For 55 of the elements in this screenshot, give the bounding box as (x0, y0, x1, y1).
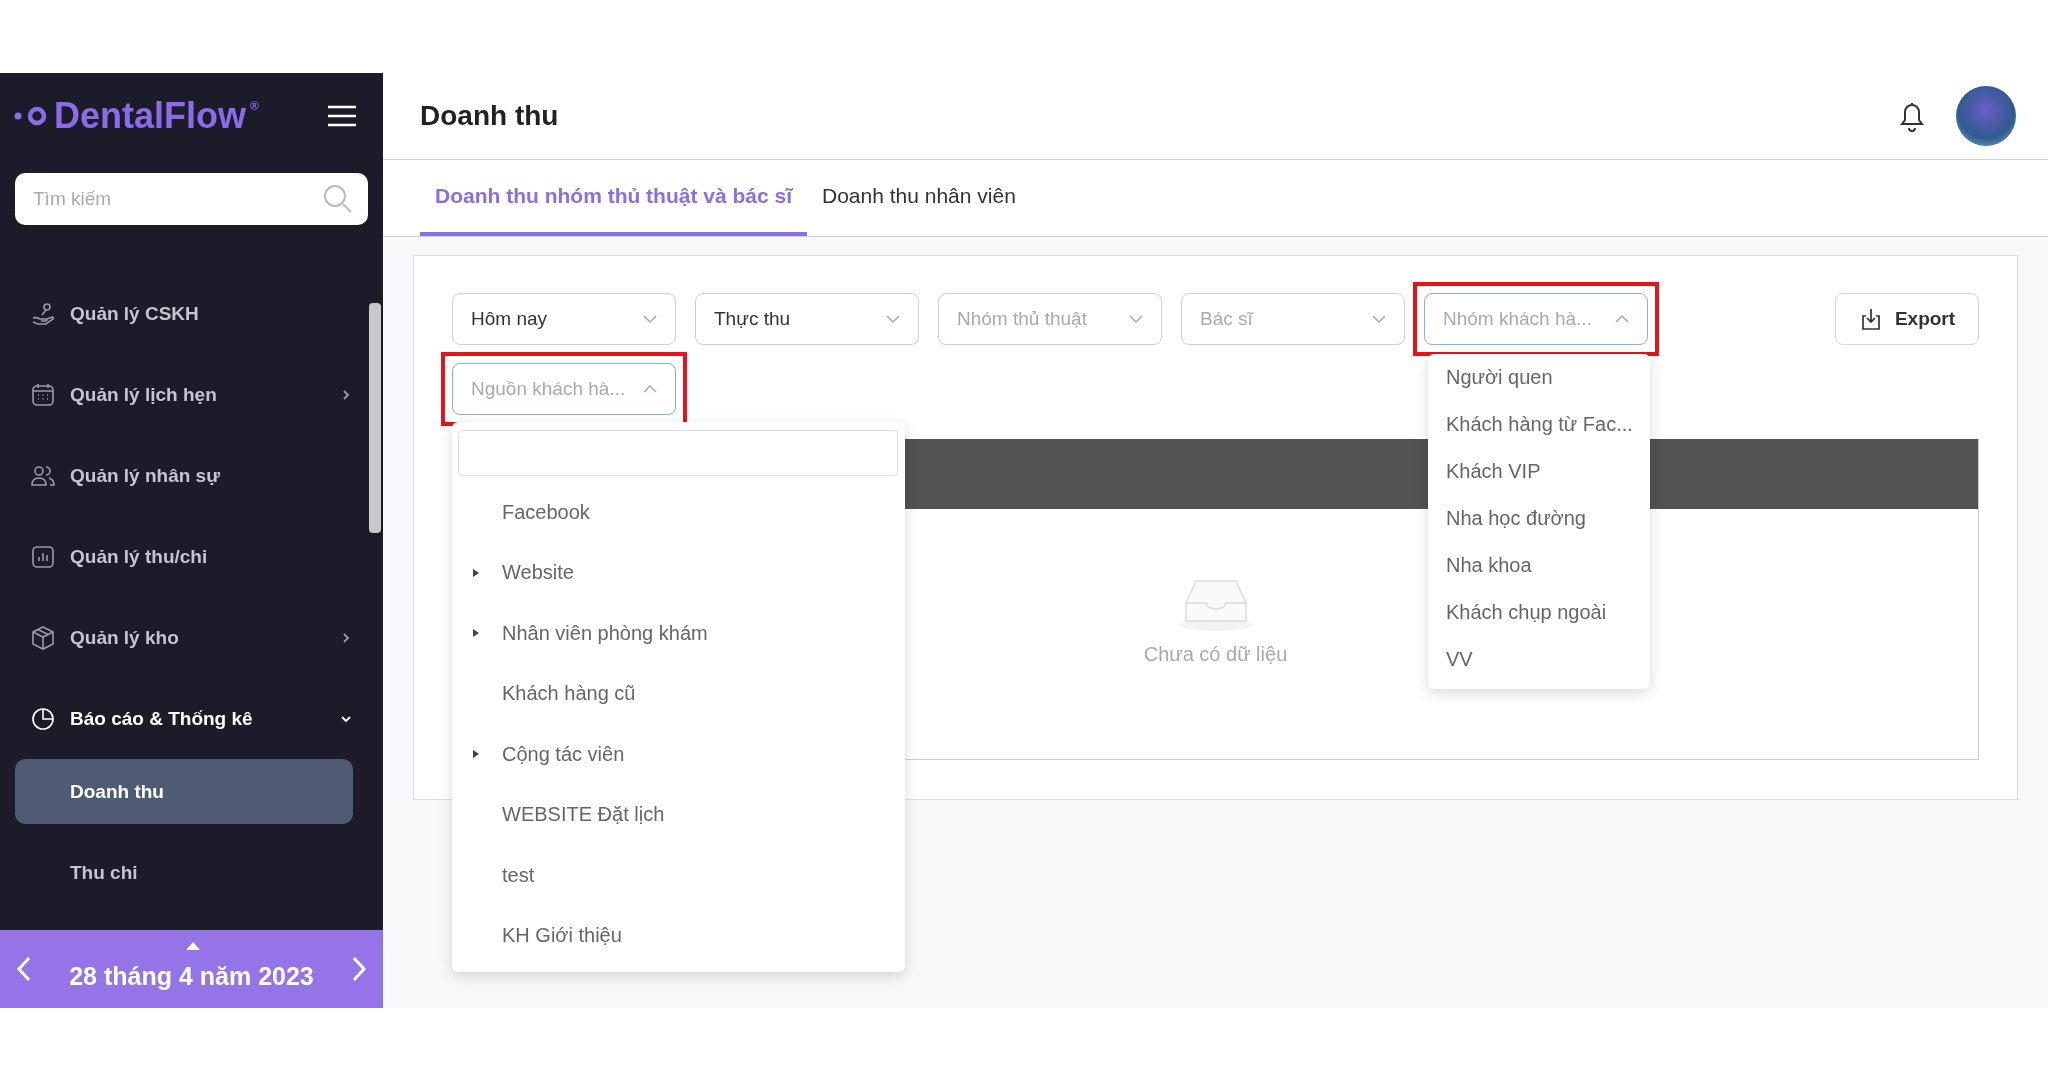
dropdown-option[interactable]: Nha học đường (1428, 495, 1650, 542)
dropdown-option[interactable]: Website (452, 542, 905, 603)
sidebar-subitem[interactable]: Doanh thu (15, 759, 353, 824)
expand-arrow-icon[interactable] (472, 567, 480, 578)
tab[interactable]: Doanh thu nhân viên (807, 160, 1031, 236)
chevron-right-icon[interactable] (351, 956, 367, 982)
chevron-icon (1615, 314, 1629, 324)
logo: DentalFlow$^{®}$ (14, 95, 259, 137)
chevron-icon (1372, 314, 1386, 324)
page-title: Doanh thu (420, 100, 560, 132)
dropdown-option[interactable]: Khách hàng từ Fac... (1428, 401, 1650, 448)
expand-arrow-icon[interactable] (472, 749, 480, 760)
dropdown-option[interactable]: Người quen (1428, 354, 1650, 401)
caret-up-icon[interactable] (186, 942, 200, 950)
export-button[interactable]: Export (1835, 293, 1979, 345)
sidebar-subitem[interactable]: Thu chi (15, 840, 353, 905)
menu-item-icon (30, 705, 56, 732)
filter-select[interactable]: Hôm nay (452, 293, 676, 345)
chevron-icon (643, 314, 657, 324)
dropdown-option[interactable]: Khách chụp ngoài (1428, 589, 1650, 636)
dropdown-option[interactable]: Khách hàng cũ (452, 663, 905, 724)
menu-icon[interactable] (326, 104, 358, 128)
date-label: 28 tháng 4 năm 2023 (69, 961, 314, 991)
dropdown-option[interactable]: Nha khoa (1428, 542, 1650, 589)
bell-icon[interactable] (1898, 100, 1926, 132)
dropdown-option[interactable]: Khách VIP (1428, 448, 1650, 495)
scrollbar[interactable] (369, 303, 381, 533)
chevron-icon (1129, 314, 1143, 324)
chevron-icon (643, 384, 657, 394)
dropdown-option[interactable]: KH Giới thiệu (452, 905, 905, 966)
menu-item-icon (30, 300, 56, 327)
avatar[interactable] (1956, 86, 2016, 146)
expand-arrow-icon[interactable] (472, 628, 480, 639)
dropdown-option[interactable]: Facebook (452, 482, 905, 543)
menu-item-icon (30, 543, 56, 570)
chevron-icon (886, 314, 900, 324)
sidebar-item[interactable]: Quản lý thu/chi (0, 516, 383, 597)
sidebar-item[interactable]: Quản lý lịch hẹn (0, 354, 383, 435)
search-field[interactable]: Tìm kiếm (15, 173, 368, 225)
dropdown-option[interactable]: WEBSITE Đặt lịch (452, 784, 905, 845)
filter-select[interactable]: Thực thu (695, 293, 919, 345)
dropdown-option[interactable]: Cộng tác viên (452, 724, 905, 785)
tab[interactable]: Doanh thu nhóm thủ thuật và bác sĩ (420, 160, 807, 236)
menu-item-icon (30, 381, 56, 408)
menu-item-icon (30, 624, 56, 651)
dropdown-option[interactable]: test (452, 845, 905, 906)
sidebar-item[interactable]: Quản lý CSKH (0, 273, 383, 354)
dropdown-search-field[interactable] (458, 430, 898, 476)
sidebar-item[interactable]: Báo cáo & Thống kê (0, 678, 383, 759)
sidebar-item[interactable]: Quản lý nhân sự (0, 435, 383, 516)
chevron-left-icon[interactable] (16, 956, 32, 982)
dropdown-option[interactable]: VV (1428, 636, 1650, 683)
sidebar-item[interactable]: Quản lý kho (0, 597, 383, 678)
dropdown-option[interactable]: Nhân viên phòng khám (452, 603, 905, 664)
empty-message: Chưa có dữ liệu (1143, 642, 1288, 666)
